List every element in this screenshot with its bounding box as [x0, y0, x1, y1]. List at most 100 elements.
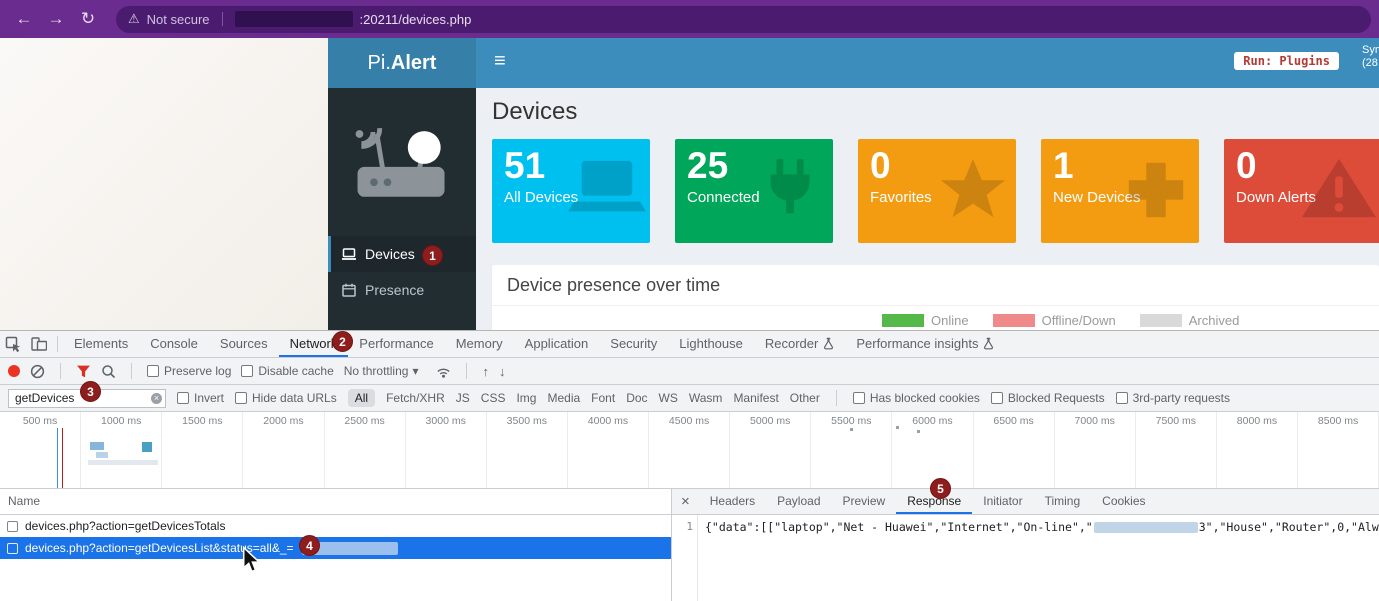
request-detail-pane: × Headers Payload Preview Response Initi… — [672, 489, 1379, 601]
timeline-tick: 3000 ms — [406, 412, 487, 488]
requests-name-column-header[interactable]: Name — [0, 489, 671, 515]
throttling-select[interactable]: No throttling ▾ — [344, 364, 419, 378]
legend-offline-down[interactable]: Offline/Down — [993, 313, 1116, 328]
filter-type-img[interactable]: Img — [516, 391, 536, 405]
checkbox-label: Disable cache — [258, 364, 333, 378]
tab-application[interactable]: Application — [514, 331, 600, 357]
network-conditions-icon[interactable] — [436, 364, 451, 379]
clear-icon[interactable] — [30, 364, 45, 379]
brand-prefix: Pi. — [368, 52, 391, 75]
timeline-tick: 500 ms — [0, 412, 81, 488]
tab-performance-insights[interactable]: Performance insights — [845, 331, 1005, 357]
disable-cache-checkbox[interactable]: Disable cache — [241, 364, 333, 378]
third-party-requests-checkbox[interactable]: 3rd-party requests — [1116, 391, 1230, 405]
annotation-badge-3: 3 — [80, 381, 101, 402]
sidebar-item-presence[interactable]: Presence — [328, 272, 476, 308]
forward-icon[interactable]: → — [44, 9, 68, 29]
filter-type-fetch-xhr[interactable]: Fetch/XHR — [386, 391, 445, 405]
address-bar[interactable]: ⚠ Not secure :20211/devices.php — [116, 6, 1371, 33]
navbar-right-text: Sym (28, — [1362, 44, 1379, 70]
device-toolbar-icon[interactable] — [31, 336, 47, 352]
checkbox-label: 3rd-party requests — [1133, 391, 1230, 405]
checkbox-label: Preserve log — [164, 364, 231, 378]
detail-tab-cookies[interactable]: Cookies — [1091, 489, 1156, 514]
card-all-devices[interactable]: 51 All Devices — [492, 139, 650, 243]
sidebar-item-devices[interactable]: Devices — [328, 236, 476, 272]
detail-tab-initiator[interactable]: Initiator — [972, 489, 1033, 514]
request-checkbox[interactable] — [7, 543, 18, 554]
requests-pane: Name devices.php?action=getDevicesTotals… — [0, 489, 672, 601]
export-har-icon[interactable]: ↓ — [499, 364, 506, 379]
detail-tab-timing[interactable]: Timing — [1034, 489, 1092, 514]
invert-checkbox[interactable]: Invert — [177, 391, 224, 405]
timeline-tick: 3500 ms — [487, 412, 568, 488]
request-name: devices.php?action=getDevicesTotals — [25, 519, 225, 533]
legend-label: Offline/Down — [1042, 313, 1116, 328]
blocked-requests-checkbox[interactable]: Blocked Requests — [991, 391, 1105, 405]
legend-archived[interactable]: Archived — [1140, 313, 1240, 328]
filter-type-all[interactable]: All — [348, 389, 375, 407]
run-plugins-button[interactable]: Run: Plugins — [1234, 52, 1339, 70]
timeline-tick: 4500 ms — [649, 412, 730, 488]
card-favorites[interactable]: 0 Favorites — [858, 139, 1016, 243]
filter-type-ws[interactable]: WS — [659, 391, 678, 405]
timeline-tick: 5000 ms — [730, 412, 811, 488]
tab-elements[interactable]: Elements — [63, 331, 139, 357]
clear-filter-icon[interactable]: × — [151, 393, 162, 404]
tab-lighthouse[interactable]: Lighthouse — [668, 331, 754, 357]
tab-security[interactable]: Security — [599, 331, 668, 357]
filter-type-wasm[interactable]: Wasm — [689, 391, 723, 405]
network-detail-split: Name devices.php?action=getDevicesTotals… — [0, 489, 1379, 601]
filter-type-css[interactable]: CSS — [481, 391, 506, 405]
request-row[interactable]: devices.php?action=getDevicesTotals — [0, 515, 671, 537]
card-new-devices[interactable]: 1 New Devices — [1041, 139, 1199, 243]
filter-type-media[interactable]: Media — [547, 391, 580, 405]
request-checkbox[interactable] — [7, 521, 18, 532]
tab-console[interactable]: Console — [139, 331, 209, 357]
filter-type-manifest[interactable]: Manifest — [733, 391, 778, 405]
has-blocked-cookies-checkbox[interactable]: Has blocked cookies — [853, 391, 980, 405]
filter-icon[interactable] — [76, 364, 91, 379]
card-down-alerts[interactable]: 0 Down Alerts — [1224, 139, 1379, 243]
refresh-icon[interactable]: ↻ — [76, 9, 100, 29]
tab-performance[interactable]: Performance — [348, 331, 444, 357]
import-har-icon[interactable]: ↑ — [482, 364, 489, 379]
request-row-selected[interactable]: devices.php?action=getDevicesList&status… — [0, 537, 671, 559]
detail-tab-headers[interactable]: Headers — [699, 489, 766, 514]
plug-icon — [751, 155, 829, 223]
record-button[interactable] — [8, 365, 20, 377]
filter-type-other[interactable]: Other — [790, 391, 820, 405]
timeline-tick: 8500 ms — [1298, 412, 1379, 488]
filter-type-js[interactable]: JS — [456, 391, 470, 405]
sidebar-toggle-icon[interactable]: ≡ — [494, 50, 506, 73]
checkbox-label: Has blocked cookies — [870, 391, 980, 405]
search-icon[interactable] — [101, 364, 116, 379]
close-icon[interactable]: × — [672, 493, 699, 510]
detail-tab-preview[interactable]: Preview — [832, 489, 897, 514]
tab-recorder[interactable]: Recorder — [754, 331, 845, 357]
pialert-logo — [328, 88, 476, 236]
pialert-brand[interactable]: Pi.Alert — [328, 38, 476, 88]
legend-online[interactable]: Online — [882, 313, 969, 328]
redacted-host — [235, 11, 353, 27]
legend-label: Online — [931, 313, 969, 328]
preserve-log-checkbox[interactable]: Preserve log — [147, 364, 231, 378]
timeline-tick: 6500 ms — [974, 412, 1055, 488]
hide-data-urls-checkbox[interactable]: Hide data URLs — [235, 391, 337, 405]
tab-sources[interactable]: Sources — [209, 331, 279, 357]
laptop-icon — [568, 155, 646, 223]
divider — [836, 390, 837, 406]
filter-type-doc[interactable]: Doc — [626, 391, 647, 405]
network-overview-timeline[interactable]: 500 ms 1000 ms 1500 ms 2000 ms 2500 ms 3… — [0, 412, 1379, 489]
tab-memory[interactable]: Memory — [445, 331, 514, 357]
filter-type-font[interactable]: Font — [591, 391, 615, 405]
navbar-right-line1: Sym — [1362, 44, 1379, 56]
timeline-tick: 7500 ms — [1136, 412, 1217, 488]
not-secure-label: Not secure — [147, 12, 210, 27]
timeline-activity — [88, 460, 158, 465]
back-icon[interactable]: ← — [12, 9, 36, 29]
detail-tab-payload[interactable]: Payload — [766, 489, 831, 514]
redacted-response-value — [1094, 522, 1198, 533]
inspect-icon[interactable] — [5, 336, 21, 352]
card-connected[interactable]: 25 Connected — [675, 139, 833, 243]
